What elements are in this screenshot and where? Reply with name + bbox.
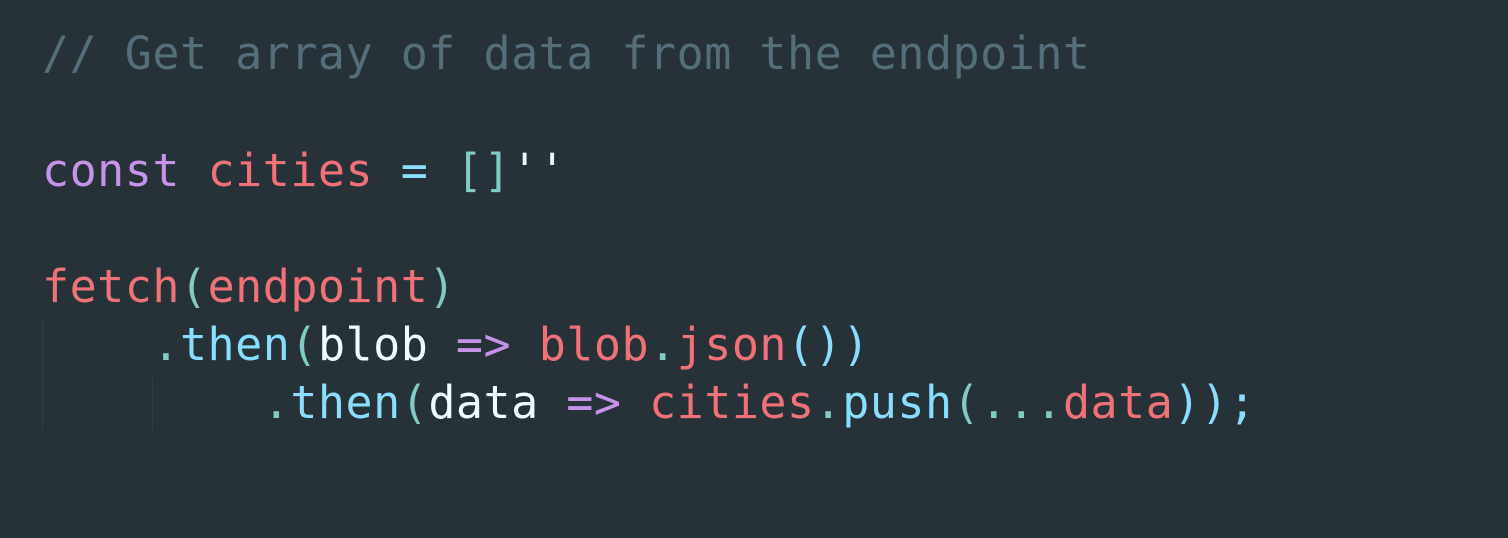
code-token-plain: '' — [511, 144, 567, 197]
code-token-operator: ()) — [787, 318, 870, 371]
code-token-variable: cities — [649, 376, 815, 429]
code-token-keyword: const — [42, 144, 180, 197]
code-token-operator: then — [290, 376, 401, 429]
code-line: // Get array of data from the endpoint — [42, 25, 1091, 83]
code-token-operator: = — [400, 144, 429, 197]
code-line: .then(blob => blob.json()) — [42, 316, 870, 374]
code-token-operator: push — [842, 376, 953, 429]
code-token-punctuation: . — [814, 376, 843, 429]
code-token-punctuation: ( — [290, 318, 318, 371]
code-token-punctuation: . — [262, 376, 291, 429]
code-editor[interactable]: // Get array of data from the endpoint c… — [0, 0, 1508, 538]
code-line: const cities = []'' — [42, 142, 566, 200]
code-token-keyword: => — [455, 318, 512, 371]
code-token-variable: data — [1062, 376, 1174, 429]
code-token-comment: // Get array of data from the endpoint — [42, 27, 1091, 80]
code-token-punctuation: . — [152, 318, 180, 371]
code-token-variable: endpoint — [207, 260, 429, 313]
code-token-operator: )); — [1173, 376, 1257, 429]
code-token-plain: data — [428, 376, 539, 429]
code-line: .then(data => cities.push(...data)); — [42, 374, 1256, 432]
code-token-operator: then — [179, 318, 291, 371]
code-token-variable: json — [676, 318, 788, 371]
code-token-variable: blob — [538, 318, 650, 371]
code-token-punctuation: ( — [179, 260, 208, 313]
code-token-keyword: => — [566, 376, 622, 429]
code-token-punctuation: ( — [400, 376, 429, 429]
code-token-punctuation: [] — [455, 144, 512, 197]
code-line: fetch(endpoint) — [42, 258, 456, 316]
code-token-punctuation: ... — [980, 376, 1063, 429]
code-token-punctuation: ) — [428, 260, 456, 313]
code-token-plain: blob — [317, 318, 429, 371]
code-token-punctuation: . — [649, 318, 677, 371]
code-token-variable: fetch — [42, 260, 180, 313]
code-token-punctuation: ( — [952, 376, 981, 429]
code-token-variable: cities — [207, 144, 374, 197]
